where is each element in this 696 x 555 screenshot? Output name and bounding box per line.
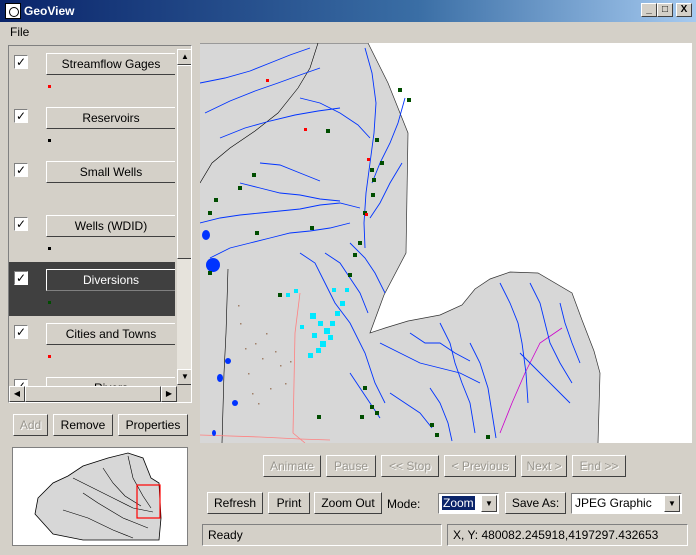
layer-symbol-icon — [48, 355, 51, 358]
menu-bar: File — [0, 22, 696, 42]
mode-select-value: Zoom — [442, 496, 475, 510]
layer-checkbox[interactable]: ✓ — [14, 55, 28, 69]
previous-button[interactable]: < Previous — [444, 455, 516, 477]
pause-button[interactable]: Pause — [326, 455, 376, 477]
layer-name-button[interactable]: Streamflow Gages — [46, 53, 175, 75]
minimize-button[interactable]: _ — [641, 3, 657, 17]
layer-symbol-icon — [48, 139, 51, 142]
layer-name-button[interactable]: Rivers — [46, 377, 175, 386]
layer-item[interactable]: ✓ Diversions — [9, 262, 175, 316]
layer-item[interactable]: ✓ Small Wells — [9, 154, 175, 208]
scroll-down-icon[interactable]: ▼ — [177, 369, 191, 385]
format-select-value: JPEG Graphic — [575, 496, 652, 510]
mode-label: Mode: — [387, 497, 421, 511]
refresh-button[interactable]: Refresh — [207, 492, 263, 514]
map-drawing — [200, 43, 601, 443]
layer-checkbox[interactable]: ✓ — [14, 109, 28, 123]
layer-checkbox[interactable]: ✓ — [14, 271, 28, 285]
layer-symbol-icon — [48, 85, 51, 88]
overview-map[interactable] — [12, 447, 188, 546]
scroll-up-icon[interactable]: ▲ — [177, 49, 191, 65]
status-message: Ready — [202, 524, 442, 546]
next-button[interactable]: Next > — [521, 455, 567, 477]
layer-checkbox[interactable]: ✓ — [14, 379, 28, 386]
layer-name-button[interactable]: Small Wells — [46, 161, 175, 183]
menu-file[interactable]: File — [10, 25, 29, 39]
coordinate-readout: X, Y: 480082.245918,4197297.432653 — [447, 524, 688, 546]
title-bar: GeoView _ □ X — [0, 0, 696, 22]
mode-select[interactable]: Zoom ▼ — [438, 493, 499, 514]
layer-panel: ✓ Streamflow Gages ✓ Reservoirs ✓ Small Wells… — [8, 45, 192, 403]
vertical-scroll-thumb[interactable] — [177, 65, 191, 259]
close-button[interactable]: X — [676, 3, 692, 17]
layer-item[interactable]: ✓ Streamflow Gages — [9, 46, 175, 100]
add-button[interactable]: Add — [13, 414, 48, 436]
map-canvas[interactable] — [200, 43, 692, 443]
horizontal-scroll-thumb[interactable] — [25, 386, 161, 402]
maximize-button[interactable]: □ — [657, 3, 673, 17]
layer-item[interactable]: ✓ Cities and Towns — [9, 316, 175, 370]
layer-list: ✓ Streamflow Gages ✓ Reservoirs ✓ Small Wells… — [9, 46, 175, 386]
layer-symbol-icon — [48, 247, 51, 250]
end-button[interactable]: End >> — [572, 455, 626, 477]
animate-button[interactable]: Animate — [263, 455, 321, 477]
chevron-down-icon[interactable]: ▼ — [481, 495, 497, 512]
window-title: GeoView — [24, 4, 75, 18]
remove-button[interactable]: Remove — [53, 414, 113, 436]
layer-checkbox[interactable]: ✓ — [14, 325, 28, 339]
layer-item[interactable]: ✓ Wells (WDID) — [9, 208, 175, 262]
chevron-down-icon[interactable]: ▼ — [664, 495, 680, 512]
layer-checkbox[interactable]: ✓ — [14, 163, 28, 177]
layer-symbol-icon — [48, 301, 51, 304]
overview-map-drawing — [34, 452, 162, 541]
scroll-right-icon[interactable]: ▶ — [161, 386, 177, 402]
stop-button[interactable]: << Stop — [381, 455, 439, 477]
vertical-scrollbar[interactable]: ▲ ▼ — [177, 49, 191, 385]
layer-checkbox[interactable]: ✓ — [14, 217, 28, 231]
print-button[interactable]: Print — [268, 492, 310, 514]
layer-name-button[interactable]: Reservoirs — [46, 107, 175, 129]
format-select[interactable]: JPEG Graphic ▼ — [571, 493, 682, 514]
layer-name-button[interactable]: Wells (WDID) — [46, 215, 175, 237]
scroll-left-icon[interactable]: ◀ — [9, 386, 25, 402]
app-icon — [5, 3, 21, 19]
layer-item[interactable]: ✓ Reservoirs — [9, 100, 175, 154]
layer-name-button[interactable]: Diversions — [46, 269, 175, 291]
horizontal-scrollbar[interactable]: ◀ ▶ — [9, 386, 177, 402]
properties-button[interactable]: Properties — [118, 414, 188, 436]
zoom-out-button[interactable]: Zoom Out — [314, 492, 382, 514]
save-as-button[interactable]: Save As: — [505, 492, 566, 514]
layer-item[interactable]: ✓ Rivers — [9, 370, 175, 386]
layer-name-button[interactable]: Cities and Towns — [46, 323, 175, 345]
